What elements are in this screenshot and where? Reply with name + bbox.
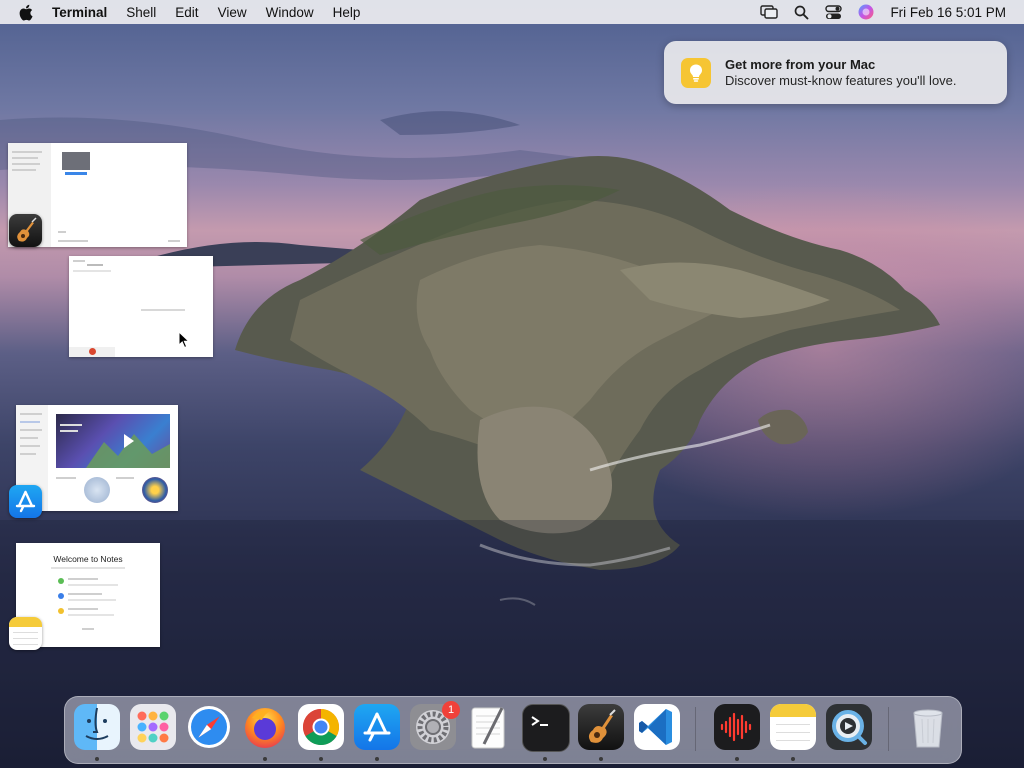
running-indicator <box>599 757 603 761</box>
running-indicator <box>791 757 795 761</box>
spotlight-icon[interactable] <box>794 5 809 20</box>
lightbulb-icon <box>681 58 711 88</box>
notes-welcome-heading: Welcome to Notes <box>53 554 123 564</box>
running-indicator <box>263 757 267 761</box>
siri-icon[interactable] <box>858 4 874 20</box>
notification-title: Get more from your Mac <box>725 57 876 72</box>
mouse-cursor-icon <box>178 331 190 349</box>
notes-icon[interactable] <box>770 704 816 750</box>
textedit-icon[interactable] <box>466 704 512 750</box>
firefox-icon[interactable] <box>242 704 288 750</box>
screen-mirroring-icon[interactable] <box>760 5 779 19</box>
menu-app-name[interactable]: Terminal <box>52 5 107 20</box>
menu-view[interactable]: View <box>218 5 247 20</box>
thumbnail-preview <box>62 152 90 170</box>
running-indicator <box>319 757 323 761</box>
menu-shell[interactable]: Shell <box>126 5 156 20</box>
launchpad-icon[interactable] <box>130 704 176 750</box>
menu-bar: Terminal Shell Edit View Window Help Fri… <box>0 0 1024 24</box>
dock-separator <box>695 707 696 751</box>
finder-icon[interactable] <box>74 704 120 750</box>
menubar-clock[interactable]: Fri Feb 16 5:01 PM <box>890 5 1006 20</box>
dock-separator <box>888 707 889 751</box>
vscode-icon[interactable] <box>634 704 680 750</box>
chrome-icon[interactable] <box>298 704 344 750</box>
app-store-icon[interactable] <box>9 485 42 518</box>
menubar-status-area: Fri Feb 16 5:01 PM <box>744 0 1006 24</box>
menu-help[interactable]: Help <box>333 5 361 20</box>
terminal-icon[interactable] <box>522 704 570 752</box>
garageband-icon[interactable] <box>9 214 42 247</box>
menu-window[interactable]: Window <box>266 5 314 20</box>
island-illustration <box>0 111 1024 768</box>
garageband-icon[interactable] <box>578 704 624 750</box>
apple-menu-icon[interactable] <box>18 3 36 21</box>
app-store-featured-banner <box>56 414 170 468</box>
notes-icon[interactable] <box>9 617 42 650</box>
dock: 1 <box>64 696 962 764</box>
control-center-icon[interactable] <box>825 4 843 20</box>
menu-edit[interactable]: Edit <box>175 5 198 20</box>
quicktime-icon[interactable] <box>826 704 872 750</box>
desktop-wallpaper <box>0 0 1024 768</box>
running-indicator <box>95 757 99 761</box>
running-indicator <box>735 757 739 761</box>
window-thumbnail-terminal[interactable] <box>69 256 213 357</box>
safari-icon[interactable] <box>186 704 232 750</box>
app-store-icon[interactable] <box>354 704 400 750</box>
running-indicator <box>543 757 547 761</box>
running-indicator <box>375 757 379 761</box>
tips-notification[interactable]: Get more from your Mac Discover must-kno… <box>664 41 1007 104</box>
trash-icon[interactable] <box>905 704 951 750</box>
notification-body: Discover must-know features you'll love. <box>725 73 957 88</box>
notification-badge: 1 <box>442 701 460 719</box>
voice-memos-icon[interactable] <box>714 704 760 750</box>
